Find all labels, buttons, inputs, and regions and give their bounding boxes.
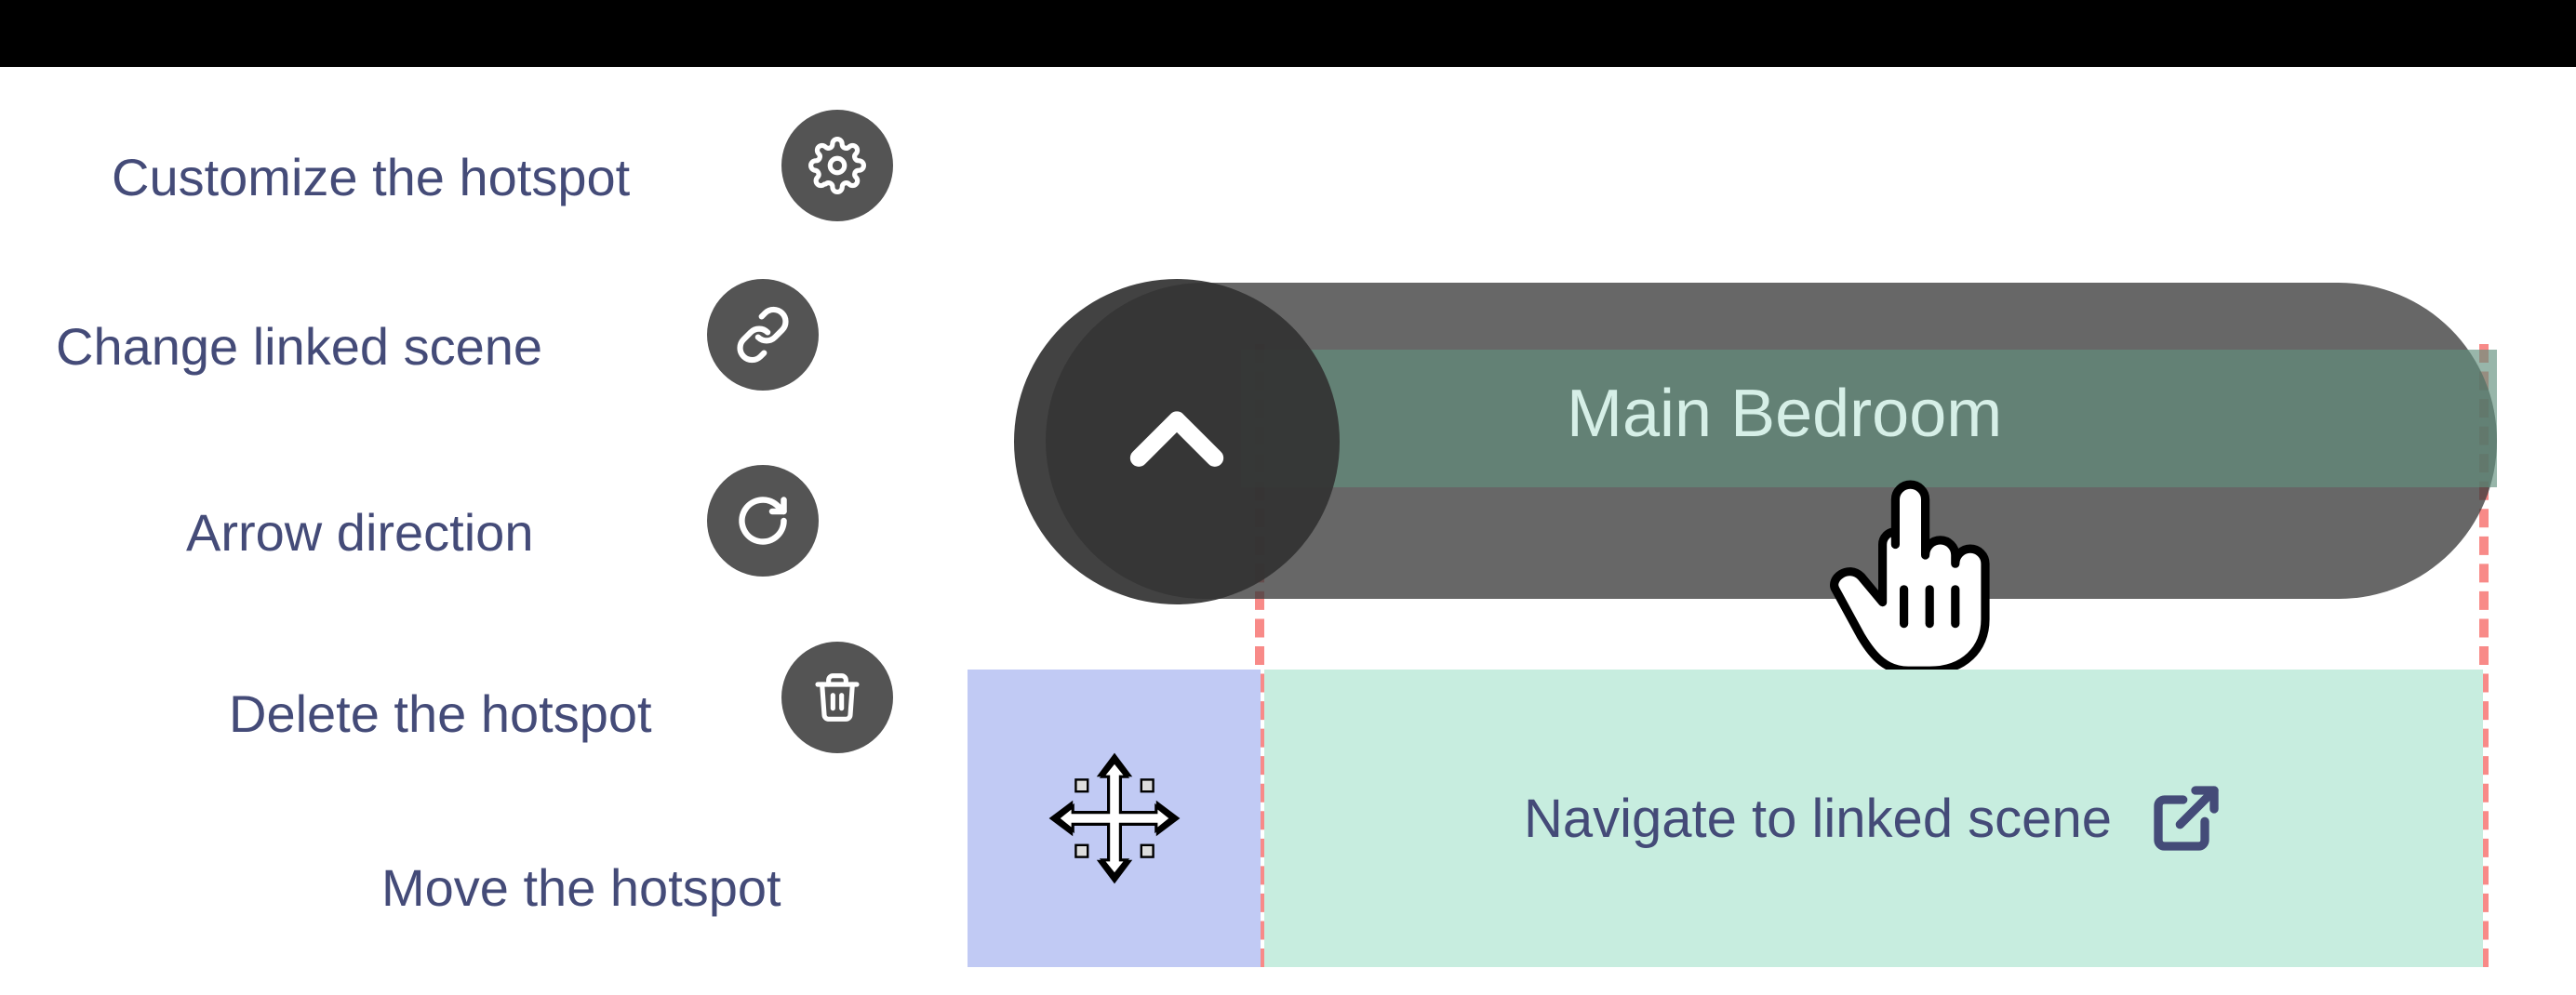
navigate-to-linked-scene-label: Navigate to linked scene	[1524, 788, 2112, 850]
link-icon	[734, 306, 792, 364]
arrow-direction-label: Arrow direction	[186, 502, 533, 563]
customize-hotspot-label: Customize the hotspot	[112, 147, 630, 207]
customize-hotspot-button[interactable]	[781, 110, 893, 221]
arrow-direction-button[interactable]	[707, 465, 819, 577]
move-hotspot-label: Move the hotspot	[381, 857, 781, 918]
scene-title-text: Main Bedroom	[1567, 376, 2002, 452]
move-hotspot-handle[interactable]	[968, 670, 1261, 967]
delete-hotspot-button[interactable]	[781, 642, 893, 753]
external-link-icon	[2149, 781, 2223, 856]
navigate-to-linked-scene-panel[interactable]: Navigate to linked scene	[1264, 670, 2483, 967]
gear-icon	[808, 137, 866, 194]
change-linked-scene-button[interactable]	[707, 279, 819, 391]
top-black-bar	[0, 0, 2576, 67]
chevron-up-icon	[1112, 377, 1242, 507]
expand-up-button[interactable]	[1014, 279, 1340, 604]
move-icon	[1040, 744, 1189, 893]
change-linked-scene-label: Change linked scene	[56, 316, 542, 377]
trash-icon	[811, 671, 863, 723]
rotate-icon	[735, 493, 791, 549]
delete-hotspot-label: Delete the hotspot	[229, 683, 652, 744]
